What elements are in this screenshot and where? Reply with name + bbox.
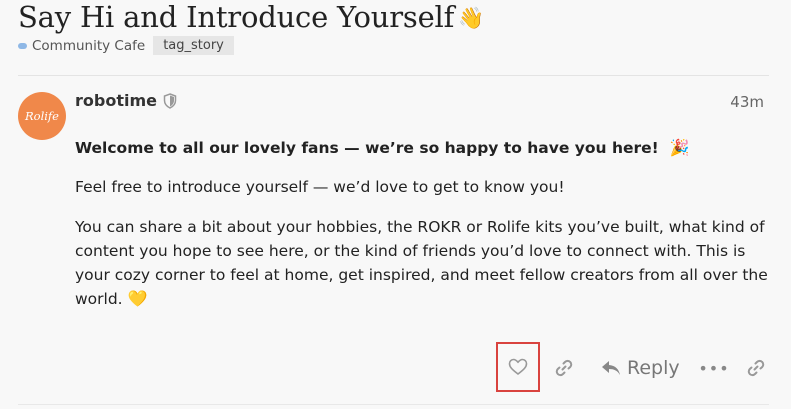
post-body: Welcome to all our lovely fans — we’re s…	[75, 136, 775, 327]
tag-chip[interactable]: tag_story	[153, 36, 234, 55]
share-link-button[interactable]	[744, 356, 768, 380]
party-emoji: 🎉	[669, 138, 690, 157]
wave-emoji: 👋	[458, 6, 485, 30]
more-actions-button[interactable]: •••	[698, 356, 728, 380]
copy-link-button[interactable]	[552, 356, 576, 380]
reply-arrow-icon	[602, 361, 620, 375]
post-actions: Reply •••	[0, 342, 791, 394]
post-paragraph-2: You can share a bit about your hobbies, …	[75, 215, 775, 311]
category-name: Community Cafe	[32, 37, 146, 54]
post-intro: Welcome to all our lovely fans — we’re s…	[75, 136, 775, 160]
intro-text: Welcome to all our lovely fans — we’re s…	[75, 139, 659, 157]
avatar[interactable]: Rolife	[18, 92, 66, 140]
shield-icon	[163, 92, 177, 109]
post-paragraph-1: Feel free to introduce yourself — we’d l…	[75, 178, 565, 196]
author-name: robotime	[75, 91, 157, 110]
category-badge[interactable]: Community Cafe	[18, 38, 145, 54]
category-dot-icon	[18, 42, 27, 49]
link-icon	[555, 359, 573, 377]
post-author[interactable]: robotime	[75, 91, 177, 110]
reply-button[interactable]: Reply	[601, 354, 680, 382]
topic-meta: Community Cafe tag_story	[18, 36, 234, 55]
paragraph-2-text: You can share a bit about your hobbies, …	[75, 218, 768, 308]
ellipsis-icon: •••	[698, 358, 730, 378]
topic-title[interactable]: Say Hi and Introduce Yourself 👋	[18, 0, 484, 34]
divider	[18, 404, 769, 405]
post-time[interactable]: 43m	[730, 93, 764, 111]
link-icon	[747, 359, 765, 377]
heart-emoji: 💛	[127, 289, 148, 308]
heart-icon	[508, 358, 528, 376]
divider	[18, 75, 769, 76]
avatar-text: Rolife	[24, 109, 59, 123]
topic-title-text: Say Hi and Introduce Yourself	[18, 0, 455, 34]
reply-label: Reply	[627, 357, 680, 379]
like-button[interactable]	[496, 342, 540, 392]
